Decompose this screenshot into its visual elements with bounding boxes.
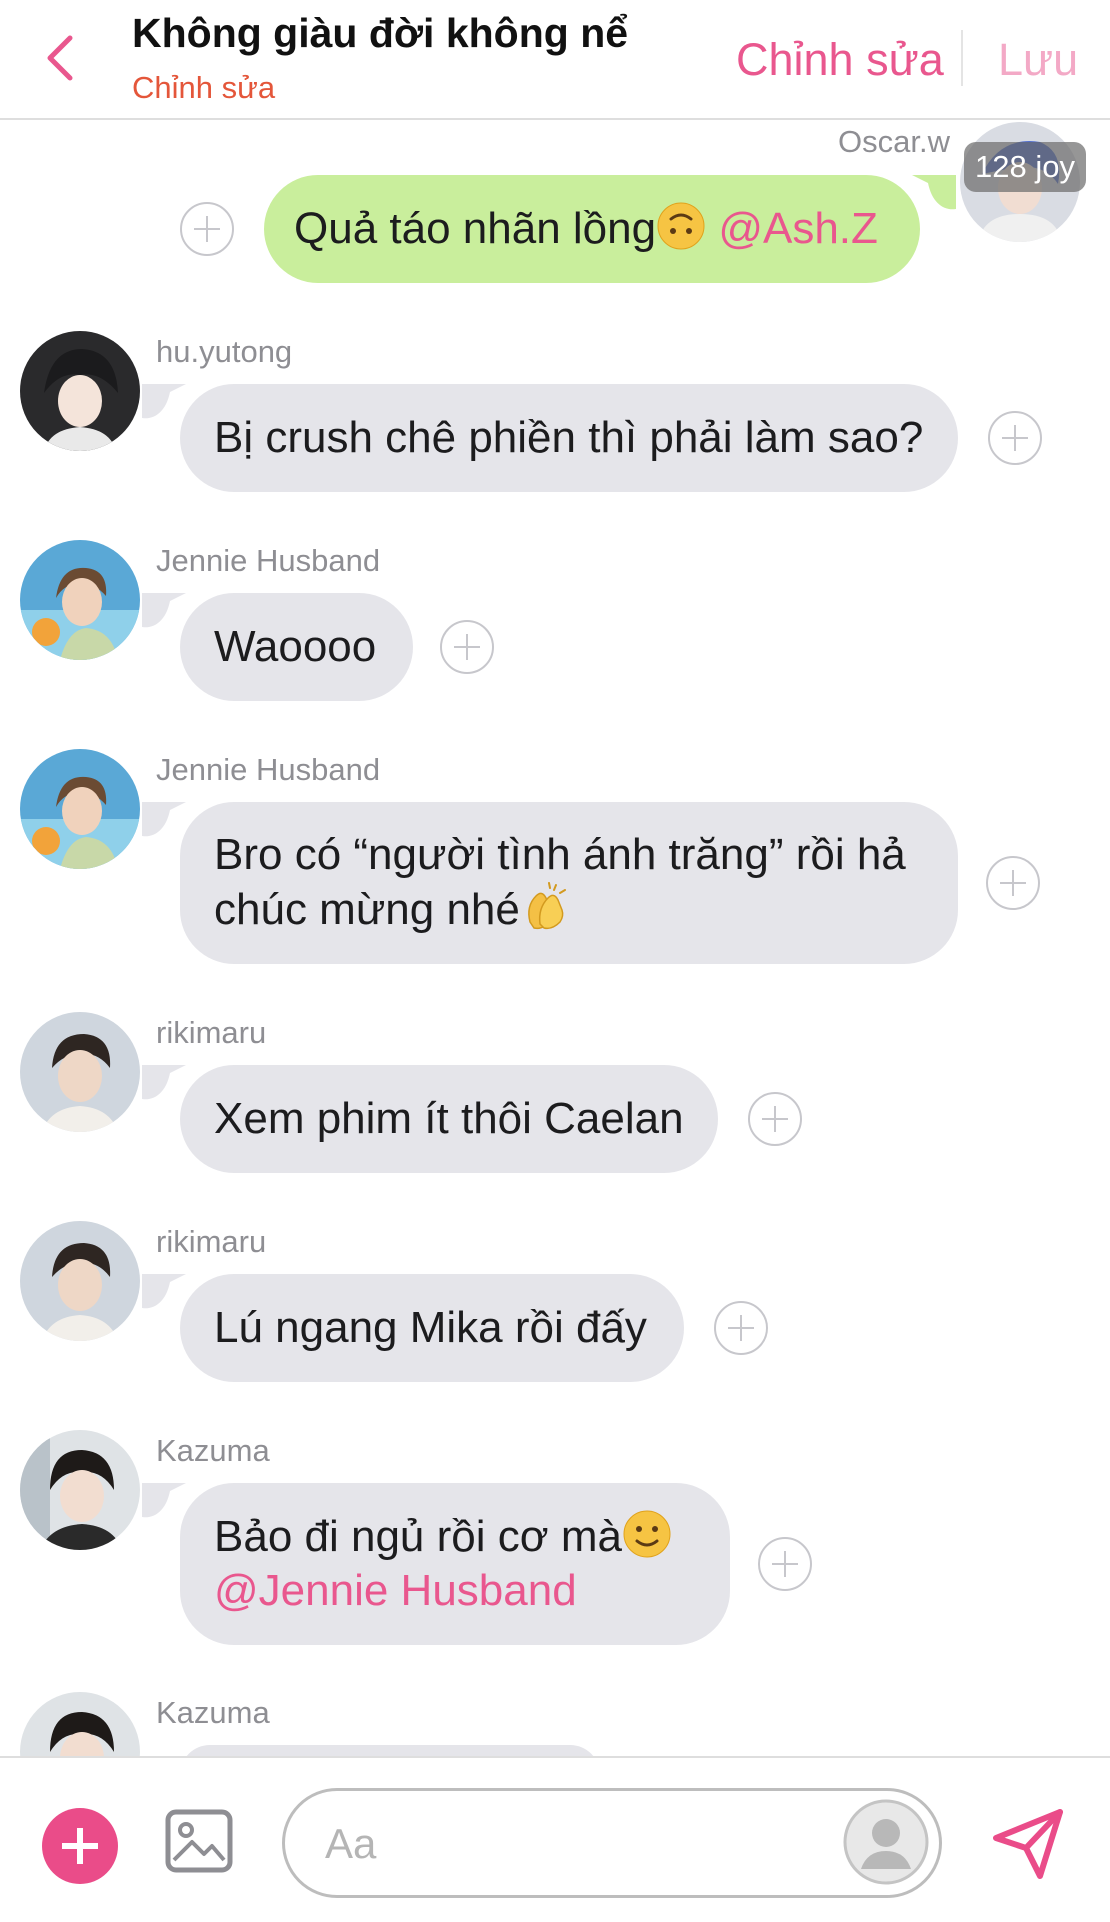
send-button[interactable] (990, 1806, 1066, 1882)
add-reaction-button[interactable] (714, 1301, 768, 1355)
avatar[interactable] (20, 1430, 140, 1550)
mention-link[interactable]: @Ash.Z (718, 204, 878, 253)
sender-name: Kazuma (156, 1695, 270, 1730)
message-composer (0, 1756, 1110, 1922)
message-bubble[interactable]: Bảo đi ngủ rồi cơ mà @Jennie Husband (142, 1483, 730, 1645)
sender-name: rikimaru (156, 1015, 267, 1050)
add-reaction-button[interactable] (180, 202, 234, 256)
add-reaction-button[interactable] (758, 1537, 812, 1591)
sender-name: Oscar.w (838, 124, 950, 159)
avatar[interactable] (20, 749, 140, 869)
message-text-line: chúc mừng nhé (214, 885, 520, 934)
avatar[interactable] (20, 540, 140, 660)
message-text: Bị crush chê phiền thì phải làm sao? (214, 413, 924, 462)
upside-down-face-icon (657, 202, 705, 250)
avatar[interactable] (20, 1012, 140, 1132)
sender-name: rikimaru (156, 1224, 267, 1259)
message-bubble[interactable]: Bị crush chê phiền thì phải làm sao? (142, 384, 958, 492)
profile-picker-button[interactable] (843, 1799, 929, 1885)
bubble-tail (142, 1274, 186, 1309)
add-reaction-button[interactable] (440, 620, 494, 674)
message-text-line: Bro có “người tình ánh trăng” rồi hả (214, 830, 906, 879)
bubble-tail (142, 1065, 186, 1100)
add-reaction-button[interactable] (988, 411, 1042, 465)
avatar[interactable] (20, 331, 140, 451)
image-icon (165, 1809, 233, 1873)
avatar-photo (20, 749, 140, 869)
joy-badge: 128 joy (964, 142, 1086, 192)
message-bubble[interactable]: Waoooo (142, 593, 413, 701)
bubble-tail (142, 1483, 186, 1518)
chat-header: Không giàu đời không nể Chỉnh sửa Chỉnh … (0, 0, 1110, 120)
photo-button[interactable] (164, 1806, 234, 1876)
avatar-photo (20, 1221, 140, 1341)
clapping-hands-icon (527, 882, 566, 930)
add-button[interactable] (42, 1808, 118, 1884)
user-icon (843, 1799, 929, 1885)
edit-button[interactable]: Chỉnh sửa (736, 34, 944, 86)
message-bubble[interactable]: Bro có “người tình ánh trăng” rồi hả chú… (142, 802, 958, 964)
bubble-tail (142, 593, 186, 628)
message-bubble[interactable]: Xem phim ít thôi Caelan (142, 1065, 718, 1173)
header-divider (961, 30, 963, 86)
add-reaction-button[interactable] (748, 1092, 802, 1146)
add-reaction-button[interactable] (986, 856, 1040, 910)
avatar-photo (20, 331, 140, 451)
bubble-tail (912, 175, 956, 210)
group-subtitle[interactable]: Chỉnh sửa (132, 70, 275, 106)
avatar-photo (20, 540, 140, 660)
send-icon (993, 1809, 1063, 1879)
avatar-photo (20, 1430, 140, 1550)
sender-name: Kazuma (156, 1433, 270, 1468)
slightly-smiling-face-icon (623, 1510, 671, 1558)
message-bubble-outgoing[interactable]: Quả táo nhãn lồng @Ash.Z (264, 175, 956, 283)
mention-link[interactable]: @Jennie Husband (214, 1564, 696, 1618)
save-button[interactable]: Lưu (998, 34, 1078, 86)
avatar[interactable] (20, 1221, 140, 1341)
group-title: Không giàu đời không nể (132, 10, 629, 56)
chevron-left-icon (47, 35, 73, 81)
sender-name: Jennie Husband (156, 543, 381, 578)
message-text: Lú ngang Mika rồi đấy (214, 1303, 647, 1352)
message-text: Xem phim ít thôi Caelan (214, 1094, 684, 1143)
bubble-tail (142, 384, 186, 419)
message-bubble[interactable]: Lú ngang Mika rồi đấy (142, 1274, 684, 1382)
bubble-tail (142, 802, 186, 837)
message-text: Quả táo nhãn lồng (294, 204, 657, 253)
message-input[interactable] (323, 1791, 807, 1897)
sender-name: hu.yutong (156, 334, 293, 369)
message-input-box (282, 1788, 942, 1898)
message-text: Bảo đi ngủ rồi cơ mà (214, 1512, 622, 1561)
sender-name: Jennie Husband (156, 752, 381, 787)
message-text: Waoooo (214, 622, 377, 671)
back-button[interactable] (40, 32, 80, 84)
avatar-photo (20, 1012, 140, 1132)
